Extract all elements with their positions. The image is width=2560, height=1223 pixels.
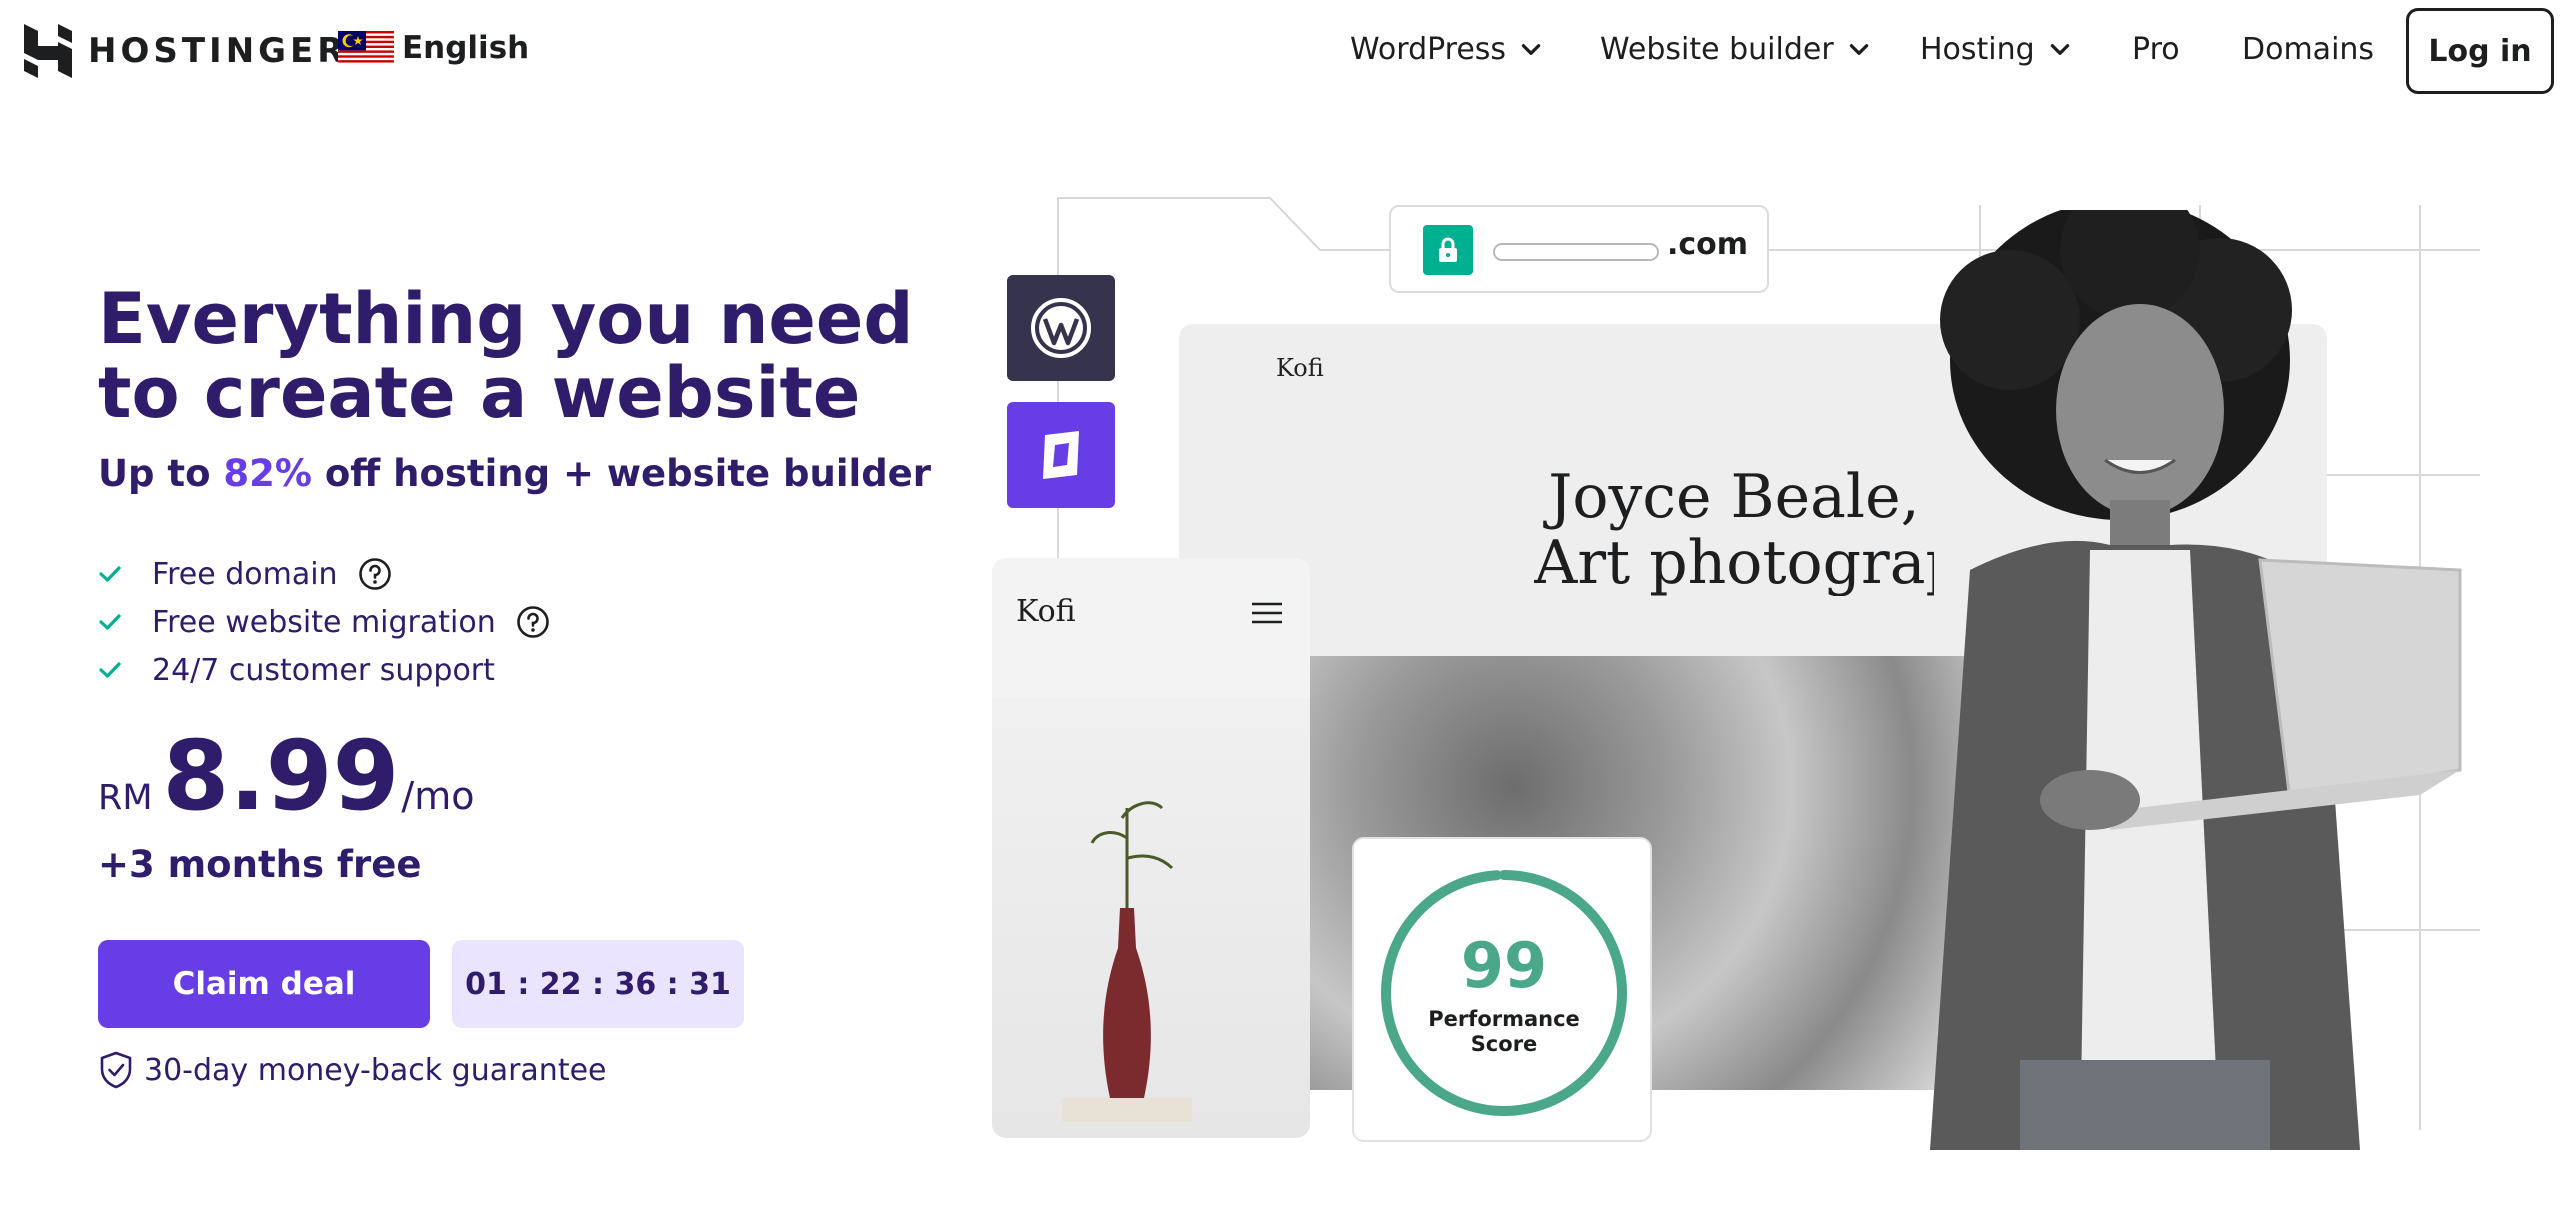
performance-score-card: 99 Performance Score [1352,837,1652,1142]
url-bar: .com [1389,205,1769,293]
url-placeholder-bar [1493,243,1659,261]
discount-percent: 82% [223,452,312,495]
desktop-site-brand: Kofi [1276,354,1324,382]
nav-hosting[interactable]: Hosting [1920,24,2073,74]
price-currency: RM [98,778,153,818]
hero-subtitle: Up to 82% off hosting + website builder [98,452,931,495]
performance-score-label: Performance Score [1354,1007,1654,1057]
vase-image [1062,801,1192,1122]
chevron-down-icon [1849,44,1868,55]
nav-domains-label: Domains [2242,31,2375,67]
subtitle-suffix: off hosting + website builder [311,452,932,495]
woman-holding-laptop-image [1930,210,2462,1150]
chevron-down-icon [1521,44,1541,55]
hostinger-logo[interactable]: HOSTINGER [24,24,347,78]
lock-icon [1439,237,1457,262]
claim-deal-button[interactable]: Claim deal [98,940,430,1028]
url-tld: .com [1667,227,1749,262]
nav-pro[interactable]: Pro [2132,24,2180,74]
performance-label-line2: Score [1470,1032,1538,1056]
check-icon [99,614,121,630]
feature-item: Free website migration [98,598,550,646]
malaysia-flag-icon [338,31,394,65]
performance-score-value: 99 [1460,929,1548,1002]
lock-badge [1423,225,1473,275]
nav-website-builder-label: Website builder [1600,31,1834,67]
nav-domains[interactable]: Domains [2242,24,2374,74]
price-block: RM 8.99 /mo [98,728,474,824]
check-icon [99,566,121,582]
nav-pro-label: Pro [2132,31,2180,67]
language-label: English [402,30,530,66]
website-builder-tile [1007,402,1115,508]
guarantee-label: 30-day money-back guarantee [144,1052,607,1088]
nav-wordpress[interactable]: WordPress [1350,24,1544,74]
mobile-site-brand: Kofi [1016,594,1076,629]
login-button[interactable]: Log in [2406,8,2554,94]
language-selector[interactable]: English [338,30,529,66]
price-amount: 8.99 [162,720,400,832]
price-period: /mo [401,774,475,818]
feature-list: Free domain Free website migration 24/7 … [98,550,550,694]
feature-label: Free website migration [152,604,496,640]
feature-label: Free domain [152,556,338,592]
top-navbar: HOSTINGER English WordPress Website buil… [0,0,2560,100]
feature-item: Free domain [98,550,550,598]
logo-text: HOSTINGER [88,31,348,71]
question-circle-icon[interactable] [516,605,550,639]
wordpress-icon [1031,298,1091,358]
chevron-down-icon [2050,44,2069,55]
money-back-guarantee: 30-day money-back guarantee [98,1050,607,1090]
nav-hosting-label: Hosting [1920,31,2035,67]
nav-website-builder[interactable]: Website builder [1600,24,1872,74]
mobile-site-photo [992,698,1310,1138]
countdown-timer: 01 : 22 : 36 : 31 [452,940,744,1028]
question-circle-icon[interactable] [358,557,392,591]
nav-wordpress-label: WordPress [1350,31,1507,67]
website-builder-icon [1043,431,1079,479]
hero-title: Everything you need to create a website [98,278,914,434]
check-icon [99,662,121,678]
feature-label: 24/7 customer support [152,652,495,688]
hero-illustration: .com Kofi Joyce Beale, Art photograph Ko… [980,190,2480,1150]
hamburger-menu-icon [1252,602,1282,624]
wordpress-tile [1007,275,1115,381]
bonus-months: +3 months free [98,843,422,886]
feature-item: 24/7 customer support [98,646,550,694]
performance-label-line1: Performance [1428,1007,1580,1031]
subtitle-prefix: Up to [98,452,224,495]
shield-check-icon [100,1051,132,1089]
mobile-site-preview: Kofi [992,558,1310,1138]
hostinger-logo-icon [24,24,72,78]
